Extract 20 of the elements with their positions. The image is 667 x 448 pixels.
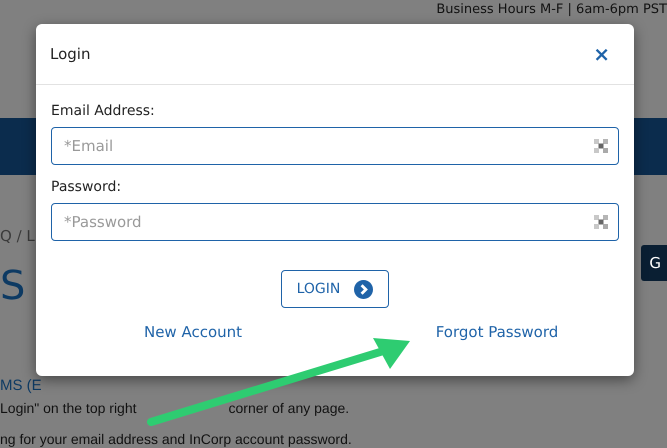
page-button[interactable]: G [641, 245, 667, 281]
business-hours-text: Business Hours M-F | 6am-6pm PST [436, 2, 667, 19]
paragraph-text: ng for your email address and InCorp account password. [0, 431, 352, 447]
page-heading: S [0, 263, 26, 309]
paragraph-text: corner of any page. [228, 400, 350, 416]
field-label: Password: [51, 179, 122, 195]
input-field[interactable]: *Email [51, 127, 619, 165]
section-title: MS (E [0, 377, 43, 395]
link[interactable]: Forgot Password [436, 323, 558, 341]
input-field[interactable]: *Password [51, 203, 619, 241]
password-manager-icon[interactable] [593, 138, 609, 154]
chevron-right-icon [354, 280, 374, 298]
link[interactable]: New Account [144, 323, 242, 341]
close-button[interactable]: × [589, 42, 614, 66]
field-label: Email Address: [51, 103, 156, 119]
breadcrumb: Q / L [0, 227, 36, 247]
password-manager-icon[interactable] [593, 214, 609, 230]
dialog-title: Login [50, 45, 90, 63]
paragraph-text: Login" on the top right [0, 400, 137, 416]
login-button[interactable]: LOGIN [280, 270, 390, 308]
